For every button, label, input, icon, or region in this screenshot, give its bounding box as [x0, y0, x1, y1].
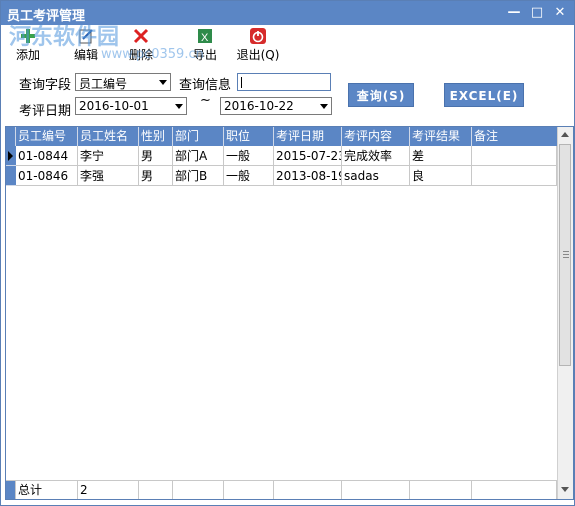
col-header-eval-content[interactable]: 考评内容: [342, 127, 410, 146]
date-from-picker[interactable]: 2016-10-01: [75, 97, 187, 115]
grid-footer: 总计 2: [6, 480, 557, 499]
footer-cell: [472, 480, 557, 499]
date-label: 考评日期: [19, 104, 72, 119]
thumb-grip: [563, 254, 569, 255]
cell-eval-result[interactable]: 差: [410, 146, 472, 166]
cell-eval-date[interactable]: 2013-08-19: [274, 166, 342, 186]
footer-total-count: 2: [78, 480, 139, 499]
cell-emp-id[interactable]: 01-0846: [16, 166, 78, 186]
cell-emp-id[interactable]: 01-0844: [16, 146, 78, 166]
table-row[interactable]: 01-0844 李宁 男 部门A 一般 2015-07-23 完成效率 差: [6, 146, 557, 166]
scrollbar-thumb[interactable]: [559, 144, 571, 366]
scroll-up-arrow-icon[interactable]: [561, 132, 569, 137]
window-title: 员工考评管理: [7, 9, 86, 24]
footer-cell: [139, 480, 173, 499]
date-to-picker[interactable]: 2016-10-22: [220, 97, 332, 115]
cell-position[interactable]: 一般: [224, 146, 274, 166]
export-label: 导出: [192, 48, 217, 62]
query-info-label: 查询信息: [179, 78, 232, 93]
col-header-emp-name[interactable]: 员工姓名: [78, 127, 139, 146]
scroll-down-arrow-icon[interactable]: [561, 487, 569, 492]
col-header-emp-id[interactable]: 员工编号: [16, 127, 78, 146]
col-header-department[interactable]: 部门: [173, 127, 224, 146]
row-header[interactable]: [6, 146, 16, 166]
cell-eval-result[interactable]: 良: [410, 166, 472, 186]
date-to-value: 2016-10-22: [224, 99, 294, 113]
cell-department[interactable]: 部门B: [173, 166, 224, 186]
minimize-button[interactable]: —: [506, 5, 522, 21]
svg-text:X: X: [201, 32, 209, 44]
edit-button[interactable]: 编辑: [65, 27, 107, 65]
data-grid[interactable]: 员工编号 员工姓名 性别 部门 职位 考评日期 考评内容 考评结果 备注 01-…: [5, 126, 574, 500]
thumb-grip: [563, 257, 569, 258]
delete-icon: [133, 28, 149, 44]
table-row[interactable]: 01-0846 李强 男 部门B 一般 2013-08-19 sadas 良: [6, 166, 557, 186]
cell-gender[interactable]: 男: [139, 146, 173, 166]
query-field-label: 查询字段: [19, 78, 72, 93]
col-header-gender[interactable]: 性别: [139, 127, 173, 146]
add-icon: [21, 29, 35, 43]
edit-icon: [79, 29, 93, 44]
footer-cell: [224, 480, 274, 499]
chevron-down-icon: [159, 80, 167, 85]
cell-position[interactable]: 一般: [224, 166, 274, 186]
footer-cell: [173, 480, 224, 499]
footer-cell: [274, 480, 342, 499]
export-button[interactable]: X 导出: [184, 27, 226, 65]
text-caret: [241, 77, 242, 88]
add-button[interactable]: 添加: [7, 27, 49, 65]
cell-notes[interactable]: [472, 166, 557, 186]
excel-button[interactable]: EXCEL(E): [444, 83, 524, 107]
thumb-grip: [563, 251, 569, 252]
footer-total-label: 总计: [16, 480, 78, 499]
cell-emp-name[interactable]: 李宁: [78, 146, 139, 166]
title-bar: 员工考评管理 — □ ✕: [1, 1, 574, 25]
footer-cell: [342, 480, 410, 499]
cell-eval-content[interactable]: sadas: [342, 166, 410, 186]
row-header-corner: [6, 127, 16, 146]
delete-button[interactable]: 删除: [120, 27, 162, 65]
cell-eval-date[interactable]: 2015-07-23: [274, 146, 342, 166]
delete-label: 删除: [128, 48, 153, 62]
exit-button[interactable]: 退出(Q): [233, 27, 283, 65]
app-window: 员工考评管理 — □ ✕ 添加 编辑 删除 X 导出 退出(Q) 河东软件园 w…: [0, 0, 575, 506]
query-field-select[interactable]: 员工编号: [75, 73, 171, 91]
chevron-down-icon: [320, 104, 328, 109]
cell-eval-content[interactable]: 完成效率: [342, 146, 410, 166]
current-row-pointer-icon: [8, 151, 13, 161]
chevron-down-icon: [175, 104, 183, 109]
col-header-position[interactable]: 职位: [224, 127, 274, 146]
search-button[interactable]: 查询(S): [348, 83, 414, 107]
close-button[interactable]: ✕: [552, 5, 568, 21]
footer-cell: [410, 480, 472, 499]
cell-department[interactable]: 部门A: [173, 146, 224, 166]
col-header-eval-result[interactable]: 考评结果: [410, 127, 472, 146]
exit-label: 退出(Q): [236, 48, 280, 62]
date-separator: ~: [200, 93, 211, 108]
add-label: 添加: [15, 48, 40, 62]
cell-emp-name[interactable]: 李强: [78, 166, 139, 186]
query-info-input[interactable]: [237, 73, 331, 91]
date-from-value: 2016-10-01: [79, 99, 149, 113]
vertical-scrollbar[interactable]: [557, 127, 573, 499]
query-field-value: 员工编号: [79, 77, 128, 91]
cell-notes[interactable]: [472, 146, 557, 166]
row-header[interactable]: [6, 166, 16, 186]
cell-gender[interactable]: 男: [139, 166, 173, 186]
col-header-notes[interactable]: 备注: [472, 127, 557, 146]
grid-header: 员工编号 员工姓名 性别 部门 职位 考评日期 考评内容 考评结果 备注: [6, 127, 557, 146]
maximize-button[interactable]: □: [529, 5, 545, 21]
edit-label: 编辑: [73, 48, 98, 62]
power-icon: [250, 28, 266, 44]
footer-row-header: [6, 480, 16, 499]
col-header-eval-date[interactable]: 考评日期: [274, 127, 342, 146]
export-excel-icon: X: [198, 29, 212, 44]
